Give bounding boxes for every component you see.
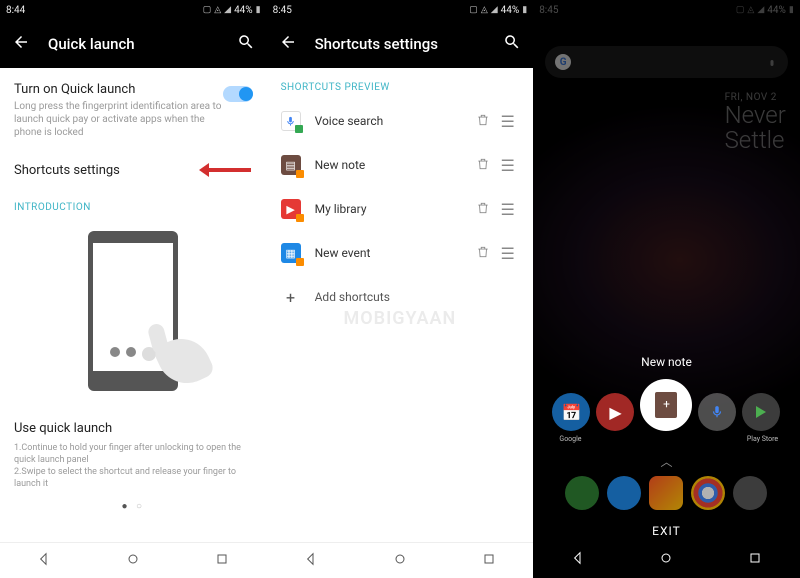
dock-phone-icon[interactable] — [565, 476, 599, 510]
vibrate-icon: ▢ — [203, 5, 212, 15]
note-doc-icon — [655, 392, 677, 418]
shortcut-chip-play-store[interactable] — [742, 393, 780, 431]
quick-launch-title: Turn on Quick launch — [14, 82, 223, 97]
status-bar: 8:44 ▢ ◬ ◢ 44% ▮ — [0, 0, 267, 20]
back-icon[interactable] — [12, 33, 30, 55]
add-shortcuts-label: Add shortcuts — [315, 290, 390, 304]
shortcuts-settings-row[interactable]: Shortcuts settings — [14, 149, 253, 192]
chip-label-google: Google — [550, 435, 590, 443]
nav-recents-icon[interactable] — [747, 550, 763, 570]
nav-home-icon[interactable] — [125, 551, 141, 571]
status-time: 8:44 — [6, 5, 25, 16]
nav-back-icon[interactable] — [36, 551, 52, 571]
use-quick-launch-text: 1.Continue to hold your finger after unl… — [14, 442, 253, 491]
drag-handle-icon[interactable]: ☰ — [495, 244, 519, 263]
shortcut-item-voice-search: Voice search ☰ — [281, 99, 520, 143]
dock-camera-icon[interactable] — [733, 476, 767, 510]
nav-home-icon[interactable] — [658, 550, 674, 570]
shortcut-chip-calendar[interactable]: 📅 — [552, 393, 590, 431]
shortcut-arc: 📅 Google ▶ Play Store — [552, 379, 780, 431]
shortcuts-preview-label: SHORTCUTS PREVIEW — [281, 68, 520, 99]
annotation-arrow-icon — [199, 161, 259, 179]
dock — [565, 476, 767, 510]
nav-bar — [533, 542, 800, 578]
no-sim-icon: ◬ — [481, 5, 488, 15]
toggle-switch[interactable] — [223, 86, 253, 102]
drag-handle-icon[interactable]: ☰ — [495, 112, 519, 131]
shortcut-label: Voice search — [315, 114, 472, 128]
dock-messages-icon[interactable] — [607, 476, 641, 510]
shortcut-label: New note — [315, 158, 472, 172]
shortcut-label: New event — [315, 246, 472, 260]
new-note-icon: ▤ — [281, 155, 301, 175]
page-indicator: ● ○ — [14, 501, 253, 512]
delete-icon[interactable] — [471, 200, 495, 219]
panel-launcher-overlay: 8:45 ▢ ◬ ◢ 44% ▮ G FRI, NOV 2 Never Sett… — [533, 0, 800, 578]
nav-bar — [0, 542, 267, 578]
vibrate-icon: ▢ — [469, 5, 478, 15]
battery-text: 44% — [501, 5, 520, 16]
voice-search-icon — [281, 111, 301, 131]
toggle-quick-launch-row[interactable]: Turn on Quick launch Long press the fing… — [14, 68, 253, 149]
battery-text: 44% — [234, 5, 253, 16]
toolbar-title: Shortcuts settings — [315, 35, 504, 53]
no-sim-icon: ◬ — [214, 5, 221, 15]
nav-bar — [267, 542, 534, 578]
delete-icon[interactable] — [471, 156, 495, 175]
toolbar-title: Quick launch — [48, 35, 237, 53]
signal-icon: ◢ — [491, 5, 498, 15]
quick-launch-overlay: New note 📅 Google ▶ Play Store ︿ — [533, 0, 800, 578]
chevron-up-icon[interactable]: ︿ — [660, 453, 672, 470]
introduction-label: INTRODUCTION — [14, 202, 253, 213]
nav-recents-icon[interactable] — [481, 551, 497, 571]
use-quick-launch-title: Use quick launch — [14, 421, 253, 436]
delete-icon[interactable] — [471, 112, 495, 131]
panel-quick-launch: 8:44 ▢ ◬ ◢ 44% ▮ Quick launch Turn on Qu… — [0, 0, 267, 578]
shortcuts-settings-label: Shortcuts settings — [14, 163, 120, 178]
drag-handle-icon[interactable]: ☰ — [495, 156, 519, 175]
battery-icon: ▮ — [256, 5, 261, 15]
exit-label[interactable]: EXIT — [652, 516, 681, 542]
search-icon[interactable] — [503, 33, 521, 55]
shortcut-chip-voice[interactable] — [698, 393, 736, 431]
status-bar: 8:45 ▢ ◬ ◢ 44% ▮ — [267, 0, 534, 20]
shortcut-item-my-library: ▶ My library ☰ — [281, 187, 520, 231]
nav-home-icon[interactable] — [392, 551, 408, 571]
selected-shortcut-label: New note — [641, 355, 692, 369]
panel-shortcuts-settings: 8:45 ▢ ◬ ◢ 44% ▮ Shortcuts settings SHOR… — [267, 0, 534, 578]
signal-icon: ◢ — [224, 5, 231, 15]
delete-icon[interactable] — [471, 244, 495, 263]
shortcut-item-new-note: ▤ New note ☰ — [281, 143, 520, 187]
intro-illustration — [14, 221, 253, 401]
nav-back-icon[interactable] — [303, 551, 319, 571]
status-time: 8:45 — [273, 5, 292, 16]
drag-handle-icon[interactable]: ☰ — [495, 200, 519, 219]
search-icon[interactable] — [237, 33, 255, 55]
back-icon[interactable] — [279, 33, 297, 55]
chip-label-playstore: Play Store — [742, 435, 782, 443]
shortcut-item-new-event: ▦ New event ☰ — [281, 231, 520, 275]
battery-icon: ▮ — [522, 5, 527, 15]
dock-shelf-icon[interactable] — [649, 476, 683, 510]
my-library-icon: ▶ — [281, 199, 301, 219]
add-shortcuts-row[interactable]: + Add shortcuts — [281, 275, 520, 319]
new-event-icon: ▦ — [281, 243, 301, 263]
shortcut-chip-new-note-selected[interactable] — [640, 379, 692, 431]
nav-back-icon[interactable] — [570, 550, 586, 570]
nav-recents-icon[interactable] — [214, 551, 230, 571]
toolbar: Shortcuts settings — [267, 20, 534, 68]
add-icon: + — [281, 288, 301, 307]
shortcut-chip-library[interactable]: ▶ — [596, 393, 634, 431]
shortcut-label: My library — [315, 202, 472, 216]
dock-chrome-icon[interactable] — [691, 476, 725, 510]
toolbar: Quick launch — [0, 20, 267, 68]
quick-launch-subtitle: Long press the fingerprint identificatio… — [14, 100, 223, 139]
